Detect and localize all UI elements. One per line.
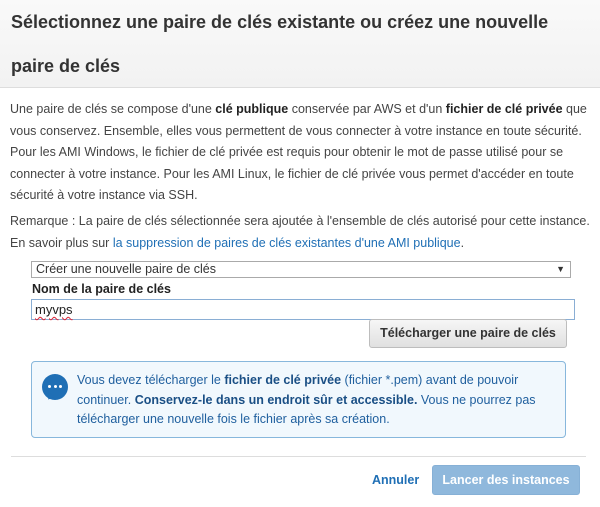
key-pair-name-label: Nom de la paire de clés [32,282,171,296]
cancel-button[interactable]: Annuler [372,472,419,488]
key-pair-name-value: myvps [35,302,73,317]
description-text-2: conservée par AWS et d'un [288,102,446,116]
dialog-title: Sélectionnez une paire de clés existante… [11,12,549,76]
description-text-3: que vous conservez. Ensemble, elles vous… [10,102,587,202]
remark-end: . [460,235,465,250]
info-text-1: Vous devez télécharger le [77,373,225,387]
key-pair-description: Une paire de clés se compose d'une clé p… [10,99,595,207]
description-bold-private-key: fichier de clé privée [445,102,563,116]
download-key-pair-button[interactable]: Télécharger une paire de clés [369,319,567,348]
description-text-1: Une paire de clés se compose d'une [10,102,216,116]
dialog-header: Sélectionnez une paire de clés existante… [0,0,600,88]
key-pair-option-select[interactable]: Créer une nouvelle paire de clés ▼ [31,261,571,278]
info-message-text: Vous devez télécharger le fichier de clé… [77,371,557,430]
remark-text: Remarque : La paire de clés sélectionnée… [10,211,595,254]
dropdown-arrow-icon: ▼ [556,264,565,274]
key-pair-name-input[interactable]: myvps [31,299,575,320]
footer-divider [11,456,586,457]
info-message-box: Vous devez télécharger le fichier de clé… [31,361,566,438]
info-bold-private-key: fichier de clé privée [224,373,342,387]
remove-key-pairs-link[interactable]: la suppression de paires de clés existan… [113,236,461,250]
description-bold-public-key: clé publique [215,102,289,116]
chat-info-icon [42,374,68,402]
info-bold-keep-safe: Conservez-le dans un endroit sûr et acce… [134,392,418,407]
select-value: Créer une nouvelle paire de clés [36,262,216,276]
launch-instances-button[interactable]: Lancer des instances [432,465,580,495]
